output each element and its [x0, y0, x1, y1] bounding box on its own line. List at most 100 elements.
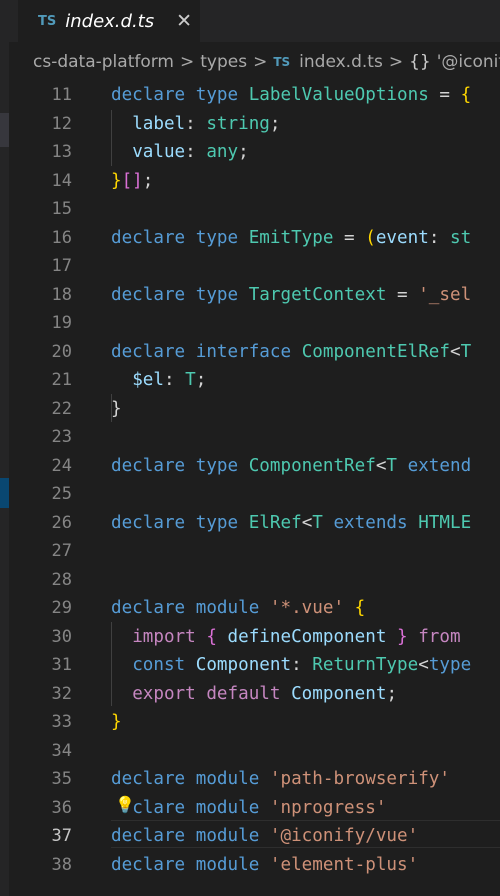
- code-line[interactable]: 37 declare module '@iconify/vue': [9, 822, 500, 850]
- code-token: module: [195, 769, 260, 789]
- line-number: 13: [51, 142, 72, 162]
- code-text[interactable]: declare type LabelValueOptions = {: [111, 81, 471, 109]
- tab-title[interactable]: index.d.ts: [65, 11, 154, 32]
- chevron-right-icon: >: [180, 52, 195, 72]
- code-text[interactable]: import { defineComponent } from: [111, 623, 460, 651]
- code-token: =: [386, 284, 419, 305]
- code-text[interactable]: declare type EmitType = (event: st: [111, 224, 471, 252]
- code-line[interactable]: 24 declare type ComponentRef<T extend: [9, 452, 500, 480]
- code-token: ;: [386, 683, 398, 704]
- line-number: 17: [51, 256, 72, 276]
- line-number: 15: [51, 199, 72, 219]
- code-token: ElRef: [248, 512, 302, 533]
- code-token: []: [121, 170, 143, 191]
- code-line[interactable]: 38 declare module 'element-plus': [9, 851, 500, 879]
- code-line[interactable]: 20 declare interface ComponentElRef<T: [9, 338, 500, 366]
- code-line[interactable]: 29 declare module '*.vue' {: [9, 594, 500, 622]
- line-number: 20: [51, 341, 72, 362]
- chevron-right-icon: >: [388, 52, 404, 72]
- code-line[interactable]: 14}[];: [9, 167, 500, 195]
- line-number: 26: [51, 512, 72, 533]
- code-line[interactable]: 31 const Component: ReturnType<type: [9, 651, 500, 679]
- code-line[interactable]: 26 declare type ElRef<T extends HTMLE: [9, 509, 500, 537]
- code-text[interactable]: clare module 'nprogress': [111, 794, 386, 822]
- code-token: clare: [132, 797, 186, 818]
- close-icon[interactable]: ✕: [176, 10, 192, 32]
- tab-bar: TS index.d.ts ✕: [9, 0, 500, 42]
- code-token: interface: [195, 341, 292, 362]
- code-text[interactable]: declare interface ComponentElRef<T: [111, 338, 471, 366]
- lightbulb-icon[interactable]: 💡: [115, 795, 135, 815]
- code-text[interactable]: value: any;: [111, 138, 249, 166]
- code-line[interactable]: 22}: [9, 395, 500, 423]
- code-text[interactable]: declare module 'element-plus': [111, 851, 418, 879]
- typescript-file-icon: TS: [273, 55, 291, 69]
- code-token: module: [195, 826, 260, 846]
- code-line[interactable]: 23: [9, 423, 500, 451]
- code-text[interactable]: }: [111, 395, 122, 423]
- code-line[interactable]: 15: [9, 195, 500, 223]
- code-text[interactable]: const Component: ReturnType<type: [111, 651, 471, 679]
- code-token: TargetContext: [248, 284, 387, 305]
- code-token: type: [195, 85, 239, 105]
- code-line[interactable]: 13 value: any;: [9, 138, 500, 166]
- code-text[interactable]: declare type ComponentRef<T extend: [111, 452, 471, 480]
- code-token: =: [428, 85, 461, 105]
- code-line[interactable]: 27: [9, 537, 500, 565]
- code-token: }: [111, 712, 122, 732]
- code-line[interactable]: 21 $el: T;: [9, 366, 500, 394]
- code-line[interactable]: 17: [9, 252, 500, 280]
- code-line[interactable]: 25: [9, 480, 500, 508]
- gutter-highlight: [0, 113, 9, 147]
- breadcrumb-item-folder[interactable]: types: [200, 52, 247, 72]
- code-line[interactable]: 11 declare type LabelValueOptions = {: [9, 81, 500, 109]
- code-line[interactable]: 30 import { defineComponent } from: [9, 623, 500, 651]
- editor-tab-index-d-ts[interactable]: TS index.d.ts ✕: [18, 0, 200, 42]
- code-line[interactable]: 12 label: string;: [9, 110, 500, 138]
- code-text[interactable]: }[];: [111, 167, 153, 195]
- code-text[interactable]: declare type ElRef<T extends HTMLE: [111, 509, 471, 537]
- code-line[interactable]: 32 export default Component;: [9, 680, 500, 708]
- breadcrumb-item-file[interactable]: index.d.ts: [299, 52, 383, 72]
- code-line[interactable]: 19: [9, 309, 500, 337]
- code-text[interactable]: export default Component;: [111, 680, 397, 708]
- code-line[interactable]: 36 clare module 'nprogress': [9, 794, 500, 822]
- breadcrumb-item-project[interactable]: cs-data-platform: [33, 52, 174, 72]
- typescript-file-icon: TS: [38, 13, 57, 29]
- code-token: $el: [132, 370, 164, 390]
- code-text[interactable]: declare module '*.vue' {: [111, 594, 365, 622]
- code-text[interactable]: declare module 'path-browserify': [111, 765, 450, 793]
- code-editor[interactable]: 11 declare type LabelValueOptions = {12 l…: [9, 82, 500, 896]
- code-line[interactable]: 16 declare type EmitType = (event: st: [9, 224, 500, 252]
- code-line[interactable]: 33}: [9, 708, 500, 736]
- breadcrumb-item-symbol[interactable]: '@iconify/vue': [437, 52, 500, 72]
- code-token: =: [333, 227, 366, 248]
- code-line[interactable]: 34: [9, 737, 500, 765]
- code-text[interactable]: declare type TargetContext = '_sel: [111, 281, 471, 309]
- line-number: 12: [51, 113, 72, 134]
- code-line[interactable]: 18 declare type TargetContext = '_sel: [9, 281, 500, 309]
- code-text[interactable]: }: [111, 708, 122, 736]
- code-token: }: [111, 398, 122, 419]
- code-token: :: [291, 655, 313, 675]
- code-text[interactable]: declare module '@iconify/vue': [111, 822, 418, 850]
- code-line[interactable]: 28: [9, 566, 500, 594]
- code-token: 'nprogress': [269, 797, 387, 818]
- code-text[interactable]: $el: T;: [111, 366, 206, 394]
- code-line[interactable]: 35 declare module 'path-browserify': [9, 765, 500, 793]
- line-number: 28: [51, 569, 72, 590]
- code-text[interactable]: label: string;: [111, 110, 280, 138]
